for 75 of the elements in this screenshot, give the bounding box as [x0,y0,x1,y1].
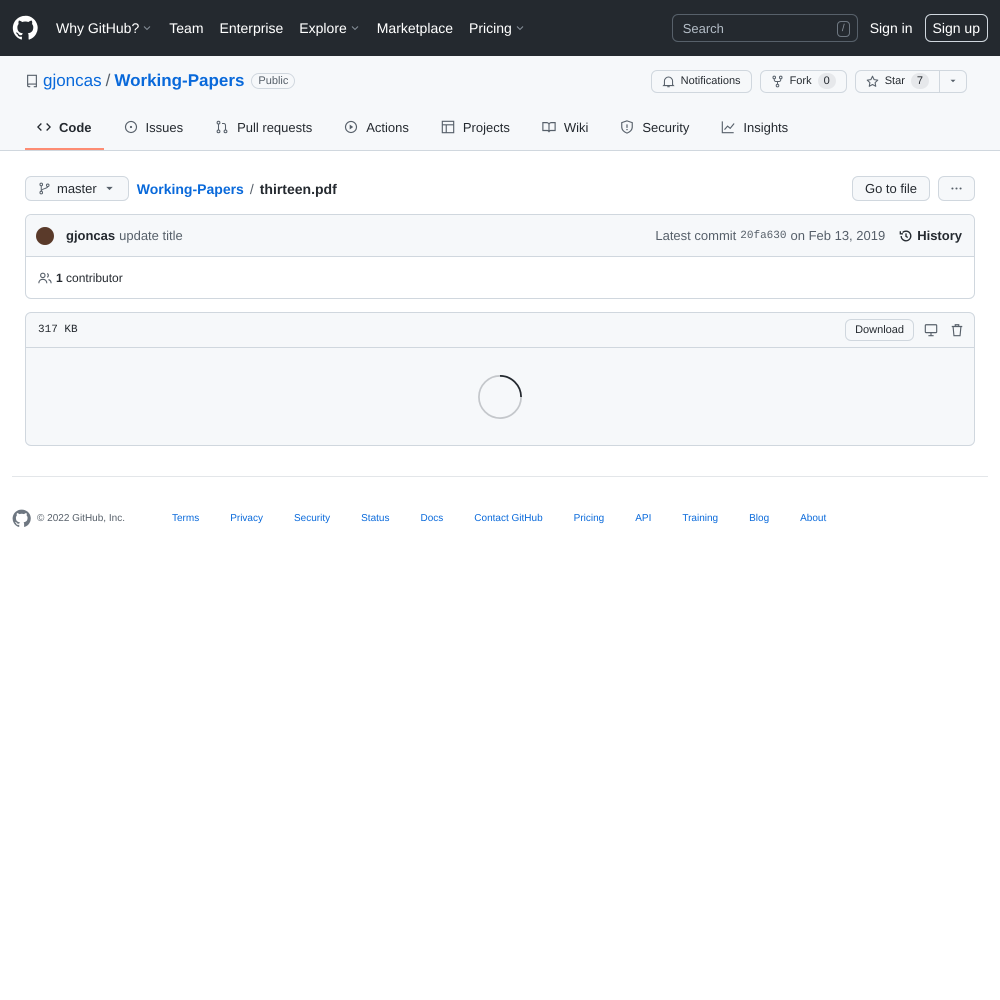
avatar [36,226,54,244]
shortcut-key: / [836,21,850,37]
repo-tab[interactable]: Insights [709,106,800,150]
bell-icon [662,74,675,88]
nav-link[interactable]: Explore [299,20,361,36]
repo-tab[interactable]: Wiki [530,106,600,150]
graph-icon [721,120,736,134]
fork-icon [770,74,784,88]
desktop-button[interactable] [922,321,940,339]
trash-icon [950,323,964,337]
branch-icon [38,182,51,195]
footer-link[interactable]: Terms [172,513,200,524]
contributors-link[interactable]: 1 contributor [56,270,123,284]
notifications-button[interactable]: Notifications [650,70,752,92]
star-icon [866,74,879,88]
footer-link[interactable]: Privacy [230,513,263,524]
commit-date: on Feb 13, 2019 [790,228,886,243]
people-icon [38,270,52,284]
footer-link[interactable]: Status [361,513,390,524]
play-icon [344,120,358,134]
sign-up-button[interactable]: Sign up [924,14,988,42]
visibility-label: Public [251,73,296,89]
circle-dot-icon [124,120,138,134]
book-icon [542,120,556,134]
fork-button[interactable]: Fork 0 [760,70,847,92]
branch-button[interactable]: master [25,176,129,201]
commit-sha[interactable]: 20fa630 [740,230,786,242]
file-name: thirteen.pdf [260,180,337,196]
footer-link[interactable]: Blog [749,513,770,524]
star-button[interactable]: Star 7 [854,70,940,92]
code-icon [37,120,51,134]
repo-tab[interactable]: Pull requests [203,106,324,150]
author-link[interactable]: gjoncas [66,228,116,243]
repo-tab[interactable]: Actions [332,106,421,150]
history-link[interactable]: History [899,228,962,243]
repo-icon [25,74,39,88]
repo-link[interactable]: Working-Papers [136,180,244,196]
star-count: 7 [910,73,929,89]
shield-icon [620,120,634,134]
footer-link[interactable]: Training [682,513,718,524]
footer-link[interactable]: Docs [420,513,444,524]
footer-link[interactable]: API [635,513,652,524]
footer-link[interactable]: Contact GitHub [474,513,543,524]
footer-link[interactable]: About [800,513,826,524]
repo-tab[interactable]: Security [608,106,702,150]
go-to-file-button[interactable]: Go to file [852,176,930,201]
pull-request-icon [215,120,230,134]
path-separator: / [106,71,110,91]
star-menu-button[interactable] [940,70,967,92]
nav-link[interactable]: Why GitHub? [56,20,154,36]
footer-link[interactable]: Pricing [574,513,604,524]
logo-icon [12,15,38,41]
commit-label: Latest commit [655,228,736,243]
repo-tab[interactable]: Projects [428,106,522,150]
sign-in-link[interactable]: Sign in [870,20,913,36]
nav-link[interactable]: Pricing [469,20,526,36]
repo-tab[interactable]: Code [25,106,104,150]
path-separator: / [250,180,254,196]
table-icon [440,120,455,134]
owner-link[interactable]: gjoncas [43,71,102,91]
desktop-icon [924,323,938,337]
fork-count: 0 [818,73,836,89]
file-size: 317 KB [38,324,78,336]
repo-name-link[interactable]: Working-Papers [114,71,244,91]
loading-spinner [477,374,523,420]
footer-link[interactable]: Security [294,513,330,524]
history-icon [899,228,914,242]
nav-link[interactable]: Team [169,20,204,36]
nav-link[interactable]: Enterprise [219,20,284,36]
repo-tab[interactable]: Issues [112,106,196,150]
nav-link[interactable]: Marketplace [376,20,454,36]
download-button[interactable]: Download [845,319,914,341]
copyright-text: © 2022 GitHub, Inc. [37,513,125,524]
commit-message[interactable]: update title [119,228,183,243]
logo-icon [12,509,31,528]
